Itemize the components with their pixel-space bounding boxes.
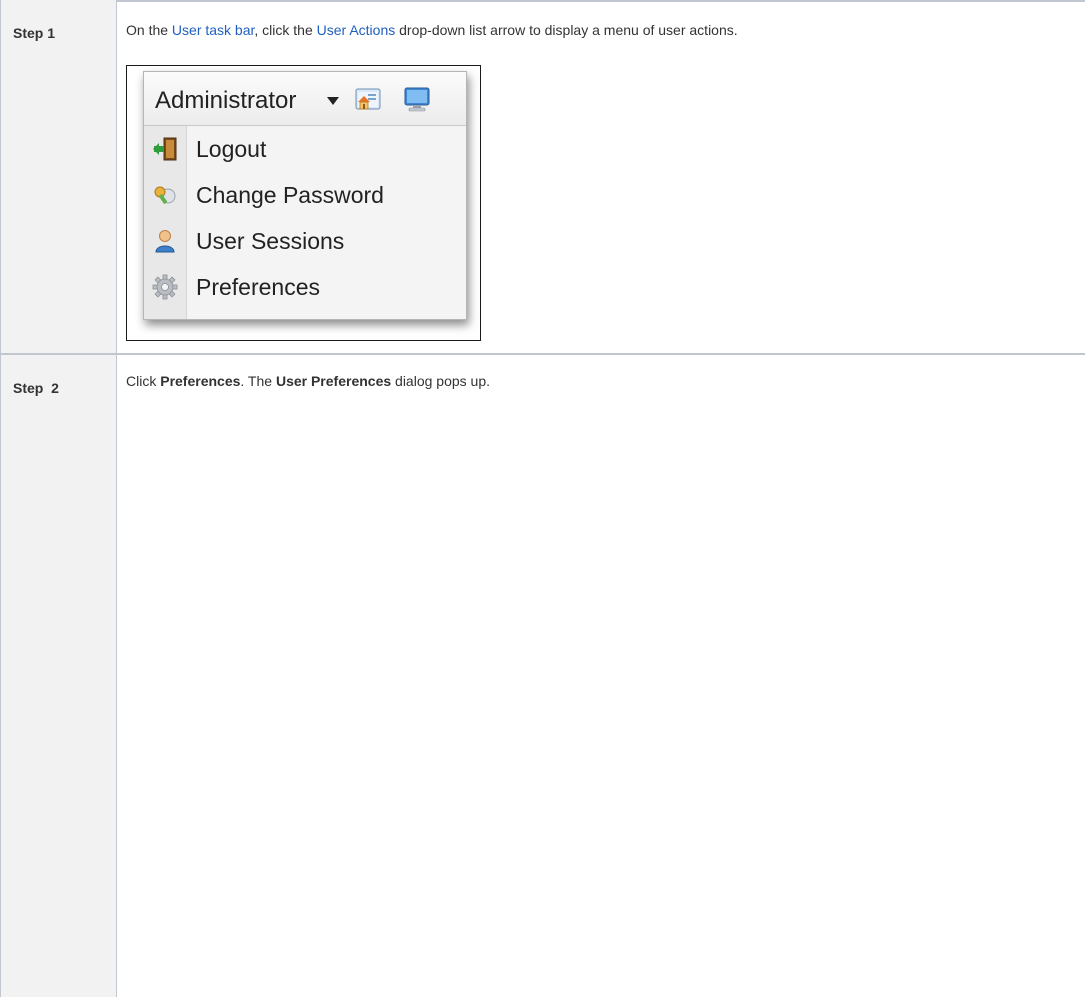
user-task-bar-link[interactable]: User task bar	[172, 22, 254, 38]
step-row-1: Step 1 On the User task bar, click the U…	[0, 0, 1085, 353]
instruction-emphasis: User Preferences	[275, 373, 392, 389]
instruction-text: , click the	[254, 22, 317, 38]
user-actions-dropdown-label[interactable]: Administrator	[155, 87, 296, 115]
instruction-emphasis: Preferences	[160, 373, 241, 389]
step-row-2: Step 2 Click Preferences. The User Prefe…	[0, 355, 1085, 997]
user-icon	[155, 230, 175, 253]
instruction-text: . The	[240, 373, 276, 389]
step-label: Step 1	[13, 25, 56, 41]
user-actions-menu: Administrator Logout Change Password Use…	[143, 71, 467, 320]
caret-down-icon[interactable]	[327, 97, 339, 105]
step-content-cell: On the User task bar, click the User Act…	[117, 0, 1085, 353]
steps-table: Step 1 On the User task bar, click the U…	[0, 0, 1085, 997]
menu-item-label: Change Password	[196, 182, 384, 208]
home-icon[interactable]	[355, 86, 381, 112]
menu-item-user-sessions[interactable]: User Sessions	[144, 219, 466, 265]
gear-icon	[152, 274, 178, 300]
user-actions-menu-screenshot: Administrator Logout Change Password Use…	[126, 65, 481, 341]
logout-door-icon	[153, 137, 177, 161]
menu-item-preferences[interactable]: Preferences	[144, 265, 466, 311]
menu-item-logout[interactable]: Logout	[144, 127, 466, 173]
key-icon	[154, 186, 176, 204]
menu-item-label: Preferences	[196, 274, 321, 300]
step-label: Step 2	[13, 380, 59, 396]
step-header-cell: Step 1	[0, 0, 117, 353]
menu-item-label: User Sessions	[196, 228, 345, 254]
instruction-text: On the	[126, 22, 172, 38]
instruction-text: dialog pops up.	[391, 373, 490, 389]
instruction-text: Click	[126, 373, 161, 389]
instruction-text: drop-down list arrow to display a menu o…	[395, 22, 738, 38]
user-task-bar: Administrator	[144, 72, 466, 126]
menu-item-label: Logout	[196, 136, 267, 162]
menu-item-change-password[interactable]: Change Password	[144, 173, 466, 219]
step-instruction: On the User task bar, click the User Act…	[126, 22, 738, 38]
step-instruction: Click Preferences. The User Preferences …	[126, 373, 490, 389]
step-content-cell: Click Preferences. The User Preferences …	[117, 355, 1085, 997]
user-actions-link[interactable]: User Actions	[317, 22, 396, 38]
monitor-icon[interactable]	[403, 86, 431, 112]
step-header-cell: Step 2	[0, 355, 117, 997]
